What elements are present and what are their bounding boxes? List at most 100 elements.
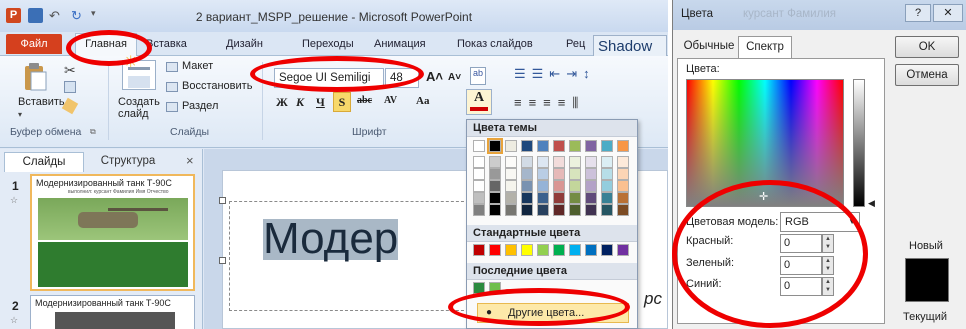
- theme-color-swatch[interactable]: [601, 156, 613, 168]
- underline-button[interactable]: Ч: [316, 95, 325, 110]
- theme-color-swatch[interactable]: [537, 140, 549, 152]
- cancel-button[interactable]: Отмена: [895, 64, 959, 86]
- font-color-button[interactable]: A: [466, 89, 492, 115]
- theme-color-swatch[interactable]: [601, 140, 613, 152]
- tab-slideshow[interactable]: Показ слайдов: [457, 38, 533, 50]
- theme-color-swatch[interactable]: [617, 140, 629, 152]
- theme-color-swatch[interactable]: [537, 204, 549, 216]
- theme-color-swatch[interactable]: [489, 156, 501, 168]
- panel-close-icon[interactable]: ×: [186, 153, 194, 168]
- section-button[interactable]: Раздел: [182, 100, 218, 112]
- tab-insert[interactable]: Вставка: [146, 38, 187, 50]
- luminance-arrow-icon[interactable]: ◀: [868, 198, 875, 209]
- layout-button[interactable]: Макет: [182, 60, 213, 72]
- theme-color-swatch[interactable]: [489, 192, 501, 204]
- theme-color-swatch[interactable]: [569, 168, 581, 180]
- theme-color-swatch[interactable]: [473, 140, 485, 152]
- standard-color-swatch[interactable]: [553, 244, 565, 256]
- ok-button[interactable]: OK: [895, 36, 959, 58]
- theme-color-swatch[interactable]: [553, 180, 565, 192]
- theme-color-swatch[interactable]: [553, 192, 565, 204]
- new-slide-label[interactable]: Создать слайд: [118, 96, 160, 120]
- strikethrough-button[interactable]: abc: [357, 95, 372, 106]
- paste-button[interactable]: [22, 62, 48, 92]
- theme-color-swatch[interactable]: [569, 192, 581, 204]
- tab-slides[interactable]: Слайды: [4, 152, 84, 172]
- char-spacing-button[interactable]: AV: [384, 95, 397, 106]
- slide-thumbnail-1[interactable]: Модернизированный танк Т-90С выполнил: к…: [30, 174, 195, 291]
- reset-button[interactable]: Восстановить: [182, 80, 252, 92]
- theme-color-swatch[interactable]: [569, 156, 581, 168]
- tab-outline[interactable]: Структура: [88, 152, 168, 172]
- theme-color-swatch[interactable]: [505, 192, 517, 204]
- list-buttons-icon[interactable]: ☰☰⇤⇥↕: [514, 66, 596, 82]
- theme-color-swatch[interactable]: [521, 156, 533, 168]
- theme-color-swatch[interactable]: [505, 168, 517, 180]
- shrink-font-icon[interactable]: A˅: [448, 72, 461, 83]
- change-case-button[interactable]: Aa: [416, 95, 429, 107]
- theme-color-swatch[interactable]: [521, 140, 533, 152]
- tab-review[interactable]: Рец: [566, 38, 585, 50]
- standard-color-swatch[interactable]: [585, 244, 597, 256]
- clipboard-launcher-icon[interactable]: ⧉: [90, 127, 96, 137]
- standard-color-swatch[interactable]: [601, 244, 613, 256]
- theme-color-swatch[interactable]: [473, 156, 485, 168]
- slide-title[interactable]: Модер: [263, 214, 399, 264]
- theme-color-swatch[interactable]: [585, 204, 597, 216]
- theme-color-swatch[interactable]: [569, 204, 581, 216]
- theme-color-swatch[interactable]: [521, 180, 533, 192]
- standard-color-swatch[interactable]: [521, 244, 533, 256]
- grow-font-icon[interactable]: A˄: [426, 69, 443, 84]
- theme-color-swatch[interactable]: [521, 192, 533, 204]
- theme-color-swatch[interactable]: [553, 168, 565, 180]
- tab-file[interactable]: Файл: [6, 34, 62, 54]
- standard-color-swatch[interactable]: [569, 244, 581, 256]
- theme-color-swatch[interactable]: [473, 192, 485, 204]
- alignment-buttons-icon[interactable]: ≡≡≡≡⫼: [514, 95, 585, 111]
- cut-icon[interactable]: ✂: [64, 62, 76, 79]
- shadow-button[interactable]: S: [333, 92, 351, 112]
- standard-color-swatch[interactable]: [537, 244, 549, 256]
- tab-transitions[interactable]: Переходы: [302, 38, 354, 50]
- theme-color-swatch[interactable]: [505, 180, 517, 192]
- theme-color-swatch[interactable]: [601, 204, 613, 216]
- bold-button[interactable]: Ж: [276, 95, 288, 110]
- theme-color-swatch[interactable]: [585, 180, 597, 192]
- theme-color-swatch[interactable]: [521, 168, 533, 180]
- theme-color-swatch[interactable]: [569, 140, 581, 152]
- tab-standard[interactable]: Обычные: [680, 36, 738, 58]
- tab-animation[interactable]: Анимация: [374, 38, 426, 50]
- theme-color-swatch[interactable]: [617, 156, 629, 168]
- standard-color-swatch[interactable]: [617, 244, 629, 256]
- theme-color-swatch[interactable]: [601, 192, 613, 204]
- theme-color-swatch[interactable]: [617, 168, 629, 180]
- theme-color-swatch[interactable]: [505, 140, 517, 152]
- theme-color-swatch[interactable]: [617, 192, 629, 204]
- standard-color-swatch[interactable]: [489, 244, 501, 256]
- theme-color-swatch[interactable]: [617, 204, 629, 216]
- theme-color-swatch[interactable]: [585, 140, 597, 152]
- standard-color-swatch[interactable]: [505, 244, 517, 256]
- help-button[interactable]: ?: [905, 4, 931, 22]
- theme-color-swatch[interactable]: [487, 138, 503, 154]
- theme-color-swatch[interactable]: [553, 140, 565, 152]
- theme-color-swatch[interactable]: [473, 204, 485, 216]
- theme-color-swatch[interactable]: [505, 204, 517, 216]
- theme-color-swatch[interactable]: [569, 180, 581, 192]
- theme-color-swatch[interactable]: [537, 156, 549, 168]
- theme-color-swatch[interactable]: [473, 168, 485, 180]
- resize-handle[interactable]: [219, 257, 226, 264]
- tab-custom[interactable]: Спектр: [738, 36, 792, 58]
- theme-color-swatch[interactable]: [553, 204, 565, 216]
- theme-color-swatch[interactable]: [521, 204, 533, 216]
- luminance-slider[interactable]: [853, 79, 865, 207]
- theme-color-swatch[interactable]: [585, 168, 597, 180]
- theme-color-swatch[interactable]: [505, 156, 517, 168]
- theme-color-swatch[interactable]: [537, 192, 549, 204]
- theme-color-swatch[interactable]: [489, 168, 501, 180]
- theme-color-swatch[interactable]: [537, 180, 549, 192]
- theme-color-swatch[interactable]: [489, 204, 501, 216]
- theme-color-swatch[interactable]: [601, 168, 613, 180]
- theme-color-swatch[interactable]: [489, 180, 501, 192]
- slide-thumbnail-2[interactable]: Модернизированный танк Т-90С: [30, 295, 195, 329]
